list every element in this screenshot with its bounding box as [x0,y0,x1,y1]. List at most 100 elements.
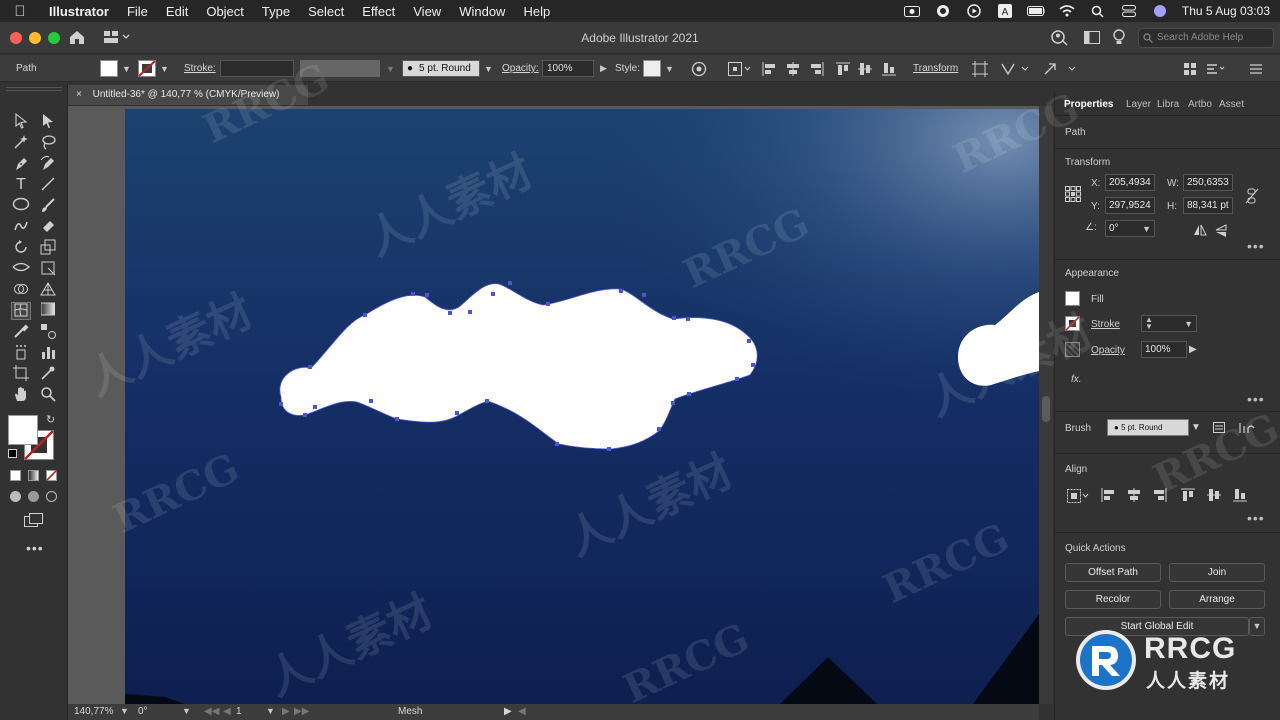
align-horizontal-center-icon[interactable] [786,55,800,82]
chevron-right-icon[interactable]: ▶ [600,63,607,74]
fill-stroke-widget[interactable]: ↻ [8,413,58,461]
brush-options-icon[interactable] [1239,422,1255,437]
type-tool-icon[interactable]: T [11,176,31,194]
shape-builder-tool-icon[interactable] [11,281,31,299]
stroke-weight-stepper[interactable] [220,55,294,82]
artboard-number[interactable]: 1 [236,706,242,717]
tab-layers[interactable]: Layer [1126,99,1151,110]
panel-brush-select[interactable]: ● 5 pt. Round [1107,419,1189,436]
rotate-tool-icon[interactable] [11,239,31,257]
pen-tool-icon[interactable] [11,155,31,173]
eyedropper-sample-tool-icon[interactable] [38,365,58,383]
panel-align-middle-icon[interactable] [1207,488,1221,505]
chevron-right-icon[interactable]: ▶ [1189,344,1197,355]
offset-path-button[interactable]: Offset Path [1065,563,1161,582]
panel-menu-icon[interactable] [1250,55,1262,82]
y-position-input[interactable]: 297,9524 [1105,197,1155,214]
screen-mode-icon[interactable] [24,513,44,530]
appearance-opacity-input[interactable]: 100% [1141,341,1187,358]
control-center-icon[interactable] [1120,5,1138,17]
blend-tool-icon[interactable] [38,323,58,341]
align-left-icon[interactable] [762,55,776,82]
variable-width-profile[interactable]: ▼ [300,55,395,82]
chevron-down-icon[interactable]: ▼ [484,64,493,74]
arrange-panels-icon[interactable] [1184,55,1196,82]
panel-align-left-icon[interactable] [1101,488,1115,505]
more-options-icon[interactable]: ••• [1247,238,1265,254]
puppet-warp-icon[interactable] [1000,55,1030,82]
width-input[interactable]: 250,6353 [1183,174,1233,191]
x-position-input[interactable]: 205,4934 [1105,174,1155,191]
menu-edit[interactable]: Edit [157,4,197,19]
gradient-tool-icon[interactable] [38,302,58,320]
stroke-swatch[interactable]: ▼ [138,55,169,82]
scroll-left-icon[interactable]: ◀ [518,706,526,717]
appearance-fill-swatch[interactable] [1065,291,1080,306]
menu-file[interactable]: File [118,4,157,19]
hand-tool-icon[interactable] [11,386,31,404]
menu-effect[interactable]: Effect [353,4,404,19]
none-fill-button[interactable] [46,470,57,481]
tab-artboards[interactable]: Artbo [1188,99,1212,110]
ellipse-tool-icon[interactable] [11,197,31,215]
battery-icon[interactable] [1026,5,1045,17]
join-button[interactable]: Join [1169,563,1265,582]
perspective-grid-tool-icon[interactable] [38,281,58,299]
arrange-button[interactable]: Arrange [1169,590,1265,609]
graphic-style-swatch[interactable]: ▼ [643,55,674,82]
align-bottom-icon[interactable] [882,55,896,82]
recolor-button[interactable]: Recolor [1065,590,1161,609]
symbol-sprayer-tool-icon[interactable] [11,344,31,362]
menu-window[interactable]: Window [450,4,514,19]
fill-white-swatch[interactable] [8,415,38,445]
vertical-scrollbar-track[interactable] [1039,106,1053,704]
menubar-clock[interactable]: Thu 5 Aug 03:03 [1182,4,1270,18]
fill-swatch[interactable]: ▼ [100,55,131,82]
menu-help[interactable]: Help [514,4,559,19]
menu-type[interactable]: Type [253,4,299,19]
creative-cloud-icon[interactable] [934,5,952,17]
selection-tool-icon[interactable] [11,112,31,131]
align-top-icon[interactable] [836,55,850,82]
chevron-down-icon[interactable]: ▼ [122,64,131,74]
free-transform-tool-icon[interactable] [38,260,58,278]
eyedropper-tool-icon[interactable] [11,323,31,341]
reference-point-locator-icon[interactable] [1065,186,1081,205]
discover-icon[interactable] [1112,29,1126,50]
last-artboard-icon[interactable]: ▶▶ [294,706,309,717]
panel-align-center-icon[interactable] [1127,488,1141,505]
chevron-down-icon[interactable]: ▼ [182,706,191,716]
edit-toolbar-icon[interactable]: ••• [26,540,44,556]
opacity-field[interactable]: 100% ▶ [542,55,607,82]
vertical-scrollbar-thumb[interactable] [1042,396,1050,422]
height-input[interactable]: 88,341 pt [1183,197,1233,214]
help-search-input[interactable]: Search Adobe Help [1138,28,1274,48]
fx-effects-icon[interactable]: fx. [1071,374,1082,385]
brush-library-icon[interactable] [1213,422,1225,436]
align-right-icon[interactable] [810,55,824,82]
share-icon[interactable] [1050,29,1068,50]
tab-properties[interactable]: Properties [1064,99,1113,110]
edit-envelope-icon[interactable] [1043,55,1077,82]
line-segment-tool-icon[interactable] [38,176,58,194]
canvas-workarea[interactable] [68,106,1039,704]
rotate-angle-input[interactable]: 0° ▼ [1105,220,1155,237]
draw-normal-icon[interactable] [10,491,21,502]
panel-align-bottom-icon[interactable] [1233,488,1247,505]
stroke-link[interactable]: Stroke [1091,319,1120,330]
arrange-documents-icon[interactable] [1084,31,1100,47]
align-to-icon[interactable] [1067,489,1089,506]
transform-link[interactable]: Transform [913,63,958,74]
lasso-tool-icon[interactable] [38,134,58,152]
menu-object[interactable]: Object [197,4,253,19]
menu-app-name[interactable]: Illustrator [40,4,118,19]
zoom-tool-icon[interactable] [38,386,58,404]
align-vertical-center-icon[interactable] [858,55,872,82]
rotation-view[interactable]: 0° [138,706,148,717]
opacity-label[interactable]: Opacity: [502,55,539,82]
chevron-down-icon[interactable]: ▼ [160,64,169,74]
more-options-icon[interactable]: ••• [1247,510,1265,526]
screen-record-icon[interactable] [903,5,921,17]
next-artboard-icon[interactable]: ▶ [282,706,290,717]
draw-inside-icon[interactable] [46,491,57,502]
